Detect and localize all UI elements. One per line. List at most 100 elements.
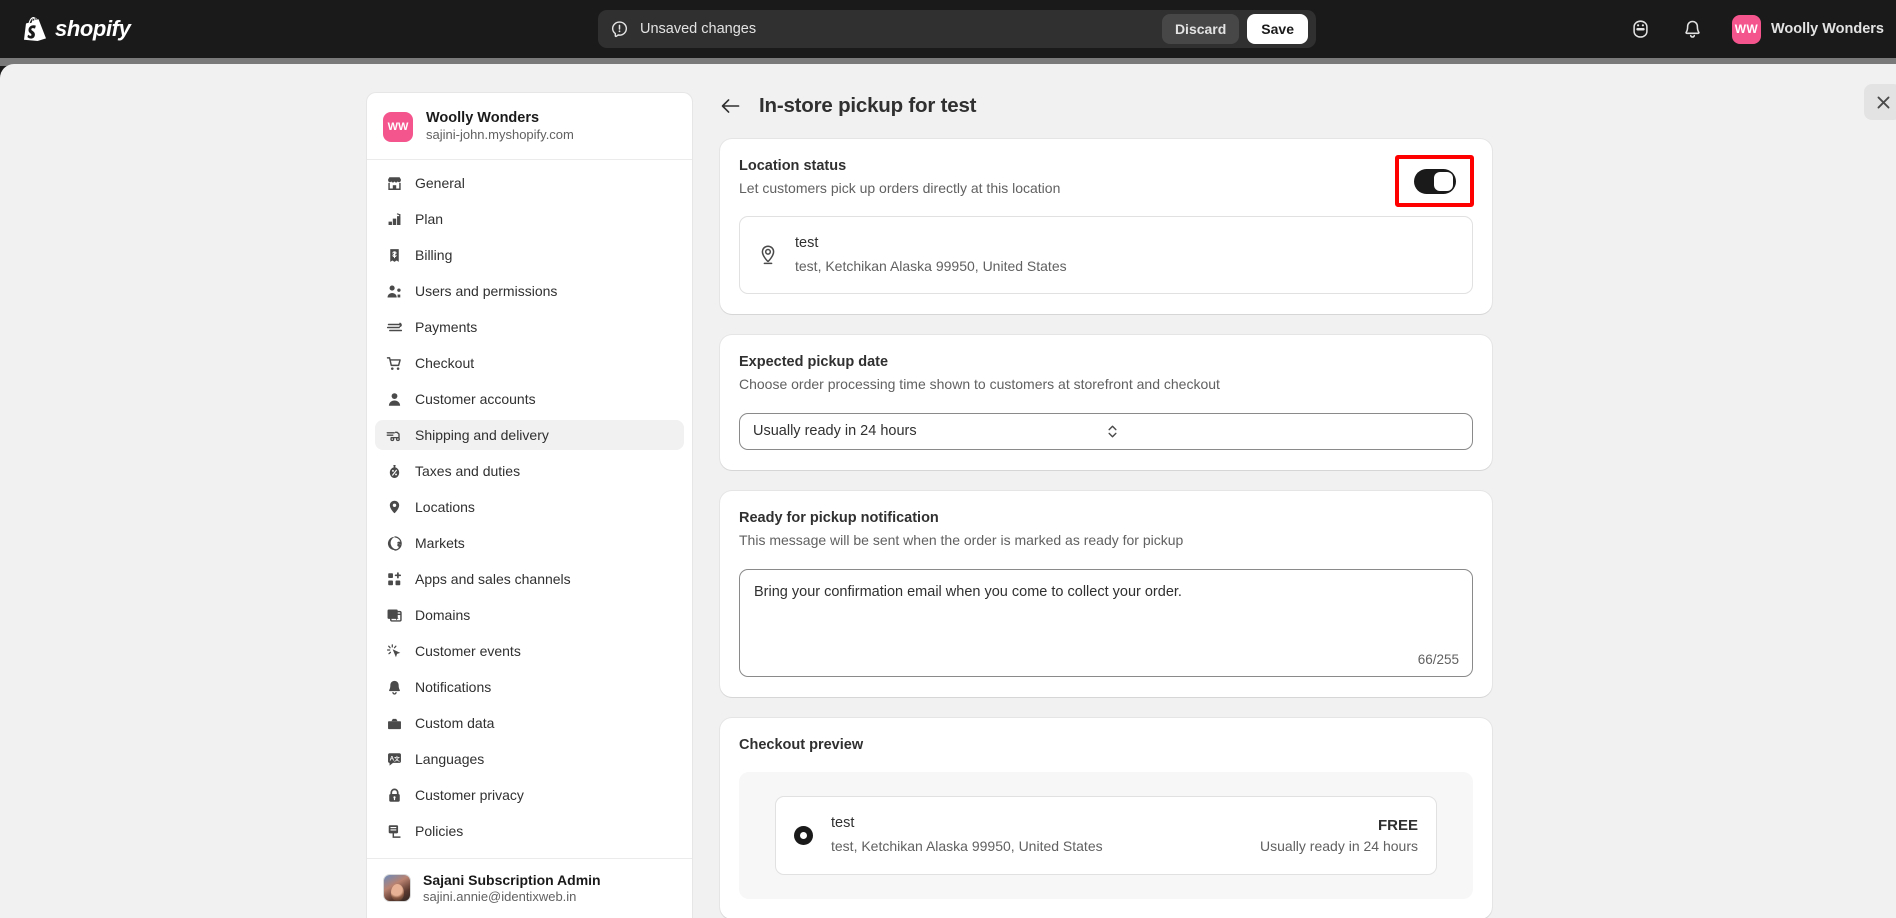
payments-card-icon — [385, 318, 403, 336]
close-icon[interactable] — [1864, 84, 1896, 120]
sidebar-item-shipping-and-delivery[interactable]: Shipping and delivery — [375, 420, 684, 450]
person-icon — [385, 390, 403, 408]
sidebar-item-billing[interactable]: Billing — [375, 240, 684, 270]
expected-pickup-date-select[interactable]: Usually ready in 24 hours — [739, 413, 1473, 450]
store-name-label: Woolly Wonders — [1771, 21, 1884, 37]
expected-pickup-date-subtitle: Choose order processing time shown to cu… — [739, 376, 1473, 392]
store-switcher[interactable]: WW Woolly Wonders — [1728, 11, 1892, 48]
account-email: sajini.annie@identixweb.in — [423, 889, 601, 906]
sidebar-item-label: Checkout — [415, 355, 474, 371]
sidebar-item-customer-accounts[interactable]: Customer accounts — [375, 384, 684, 414]
expected-pickup-date-title: Expected pickup date — [739, 354, 1473, 370]
sidebar-item-users-and-permissions[interactable]: Users and permissions — [375, 276, 684, 306]
top-bar-right: WW Woolly Wonders — [1624, 0, 1896, 58]
page-header: In-store pickup for test — [693, 64, 1896, 118]
sidebar-item-apps-and-sales-channels[interactable]: Apps and sales channels — [375, 564, 684, 594]
toggle-knob — [1434, 172, 1453, 191]
discard-button[interactable]: Discard — [1162, 14, 1239, 44]
expected-pickup-date-card: Expected pickup date Choose order proces… — [720, 335, 1492, 470]
sidebar-item-customer-events[interactable]: Customer events — [375, 636, 684, 666]
sidebar-item-label: Languages — [415, 751, 484, 767]
settings-modal: WW Woolly Wonders sajini-john.myshopify.… — [0, 64, 1896, 918]
sidebar-item-label: Domains — [415, 607, 470, 623]
checkout-preview-body: test test, Ketchikan Alaska 99950, Unite… — [739, 772, 1473, 899]
location-status-title: Location status — [739, 158, 1473, 174]
bell-icon — [385, 678, 403, 696]
chevron-updown-icon — [1106, 423, 1459, 440]
sidebar-item-label: Notifications — [415, 679, 491, 695]
sidebar-item-label: Locations — [415, 499, 475, 515]
taxes-icon — [385, 462, 403, 480]
location-status-subtitle: Let customers pick up orders directly at… — [739, 180, 1473, 196]
sidebar-item-label: Markets — [415, 535, 465, 551]
shopify-brand[interactable]: shopify — [24, 16, 130, 42]
sidebar-item-markets[interactable]: Markets — [375, 528, 684, 558]
sidekick-assistant-icon[interactable] — [1624, 12, 1658, 46]
location-pin-icon — [758, 244, 778, 266]
sidebar-item-checkout[interactable]: Checkout — [375, 348, 684, 378]
preview-eta: Usually ready in 24 hours — [1260, 838, 1418, 854]
custom-data-box-icon — [385, 714, 403, 732]
sidebar-store-avatar: WW — [383, 112, 413, 142]
sidebar-item-label: Policies — [415, 823, 463, 839]
sidebar-item-label: Billing — [415, 247, 452, 263]
page-title: In-store pickup for test — [759, 94, 976, 118]
store-icon — [385, 174, 403, 192]
sidebar-item-policies[interactable]: Policies — [375, 816, 684, 846]
top-bar: shopify Unsaved changes Discard Save — [0, 0, 1896, 58]
cursor-click-icon — [385, 642, 403, 660]
back-arrow-icon[interactable] — [720, 96, 740, 116]
store-avatar: WW — [1732, 15, 1761, 44]
location-address: test, Ketchikan Alaska 99950, United Sta… — [795, 256, 1067, 276]
sidebar-item-domains[interactable]: Domains — [375, 600, 684, 630]
sidebar-item-label: Shipping and delivery — [415, 427, 549, 443]
sidebar-item-languages[interactable]: A文 Languages — [375, 744, 684, 774]
globe-dollar-icon — [385, 534, 403, 552]
preview-option-name: test — [831, 813, 1103, 833]
sidebar-item-taxes-and-duties[interactable]: Taxes and duties — [375, 456, 684, 486]
sidebar-item-label: Users and permissions — [415, 283, 557, 299]
sidebar-store-title: Woolly Wonders — [426, 109, 574, 127]
location-status-card: Location status Let customers pick up or… — [720, 139, 1492, 314]
ready-notification-textarea[interactable]: Bring your confirmation email when you c… — [739, 569, 1473, 677]
sidebar-item-label: Taxes and duties — [415, 463, 520, 479]
sidebar-store-header: WW Woolly Wonders sajini-john.myshopify.… — [367, 93, 692, 160]
sidebar-account-footer[interactable]: Sajani Subscription Admin sajini.annie@i… — [367, 858, 692, 918]
avatar — [383, 874, 411, 902]
location-row: test test, Ketchikan Alaska 99950, Unite… — [739, 216, 1473, 294]
sidebar-item-general[interactable]: General — [375, 168, 684, 198]
checkout-preview-card: Checkout preview test test, Ketchikan Al… — [720, 718, 1492, 918]
sidebar-item-customer-privacy[interactable]: Customer privacy — [375, 780, 684, 810]
notifications-bell-icon[interactable] — [1676, 12, 1710, 46]
sidebar-item-label: Payments — [415, 319, 477, 335]
lock-icon — [385, 786, 403, 804]
sidebar-item-plan[interactable]: Plan — [375, 204, 684, 234]
ready-notification-subtitle: This message will be sent when the order… — [739, 532, 1473, 548]
domains-window-icon — [385, 606, 403, 624]
checkout-preview-option[interactable]: test test, Ketchikan Alaska 99950, Unite… — [775, 796, 1437, 875]
sidebar-item-label: Customer events — [415, 643, 521, 659]
radio-button-selected[interactable] — [794, 826, 813, 845]
policies-icon — [385, 822, 403, 840]
preview-price: FREE — [1260, 817, 1418, 834]
preview-option-address: test, Ketchikan Alaska 99950, United Sta… — [831, 836, 1103, 857]
ready-for-pickup-notification-card: Ready for pickup notification This messa… — [720, 491, 1492, 697]
settings-content: In-store pickup for test Location status… — [693, 64, 1896, 918]
save-button[interactable]: Save — [1247, 14, 1308, 44]
plan-chart-icon — [385, 210, 403, 228]
location-name: test — [795, 234, 1067, 254]
sidebar-item-label: General — [415, 175, 465, 191]
location-status-toggle[interactable] — [1414, 169, 1456, 194]
shopify-wordmark: shopify — [55, 16, 130, 42]
ready-notification-value: Bring your confirmation email when you c… — [754, 582, 1458, 602]
sidebar-item-payments[interactable]: Payments — [375, 312, 684, 342]
sidebar-item-label: Apps and sales channels — [415, 571, 571, 587]
languages-icon: A文 — [385, 750, 403, 768]
sidebar-item-locations[interactable]: Locations — [375, 492, 684, 522]
expected-pickup-date-value: Usually ready in 24 hours — [753, 423, 1106, 439]
shopify-logo-icon — [24, 17, 46, 41]
account-name: Sajani Subscription Admin — [423, 871, 601, 889]
sidebar-item-notifications[interactable]: Notifications — [375, 672, 684, 702]
sidebar-item-custom-data[interactable]: Custom data — [375, 708, 684, 738]
ready-notification-title: Ready for pickup notification — [739, 510, 1473, 526]
